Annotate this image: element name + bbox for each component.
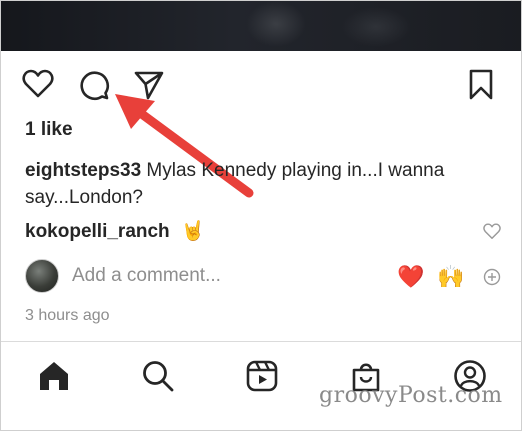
post-photo[interactable]	[1, 1, 521, 51]
avatar[interactable]	[25, 259, 59, 293]
comment-emoji: 🤘	[180, 221, 205, 242]
watermark: groovyPost.com	[319, 383, 503, 408]
add-comment-input[interactable]: Add a comment...	[72, 265, 221, 287]
caption-username[interactable]: eightsteps33	[25, 160, 141, 181]
instagram-post: 1 like eightsteps33 Mylas Kennedy playin…	[0, 0, 522, 431]
heart-icon[interactable]	[22, 69, 54, 99]
post-caption: eightsteps33 Mylas Kennedy playing in...…	[25, 157, 495, 211]
quick-reaction-raised-hands[interactable]: 🙌	[437, 266, 464, 288]
comment-icon[interactable]	[78, 69, 110, 101]
comment: kokopelli_ranch 🤘	[25, 219, 205, 243]
quick-reaction-heart[interactable]: ❤️	[397, 266, 424, 288]
comment-username[interactable]: kokopelli_ranch	[25, 221, 170, 242]
divider	[1, 341, 521, 342]
post-timestamp: 3 hours ago	[25, 307, 110, 324]
add-reaction-icon[interactable]	[483, 268, 501, 286]
like-count[interactable]: 1 like	[25, 119, 73, 141]
search-icon[interactable]	[141, 359, 175, 393]
reels-icon[interactable]	[245, 359, 279, 393]
bookmark-icon[interactable]	[468, 69, 494, 101]
home-icon[interactable]	[37, 359, 71, 393]
comment-like-icon[interactable]	[483, 223, 501, 240]
